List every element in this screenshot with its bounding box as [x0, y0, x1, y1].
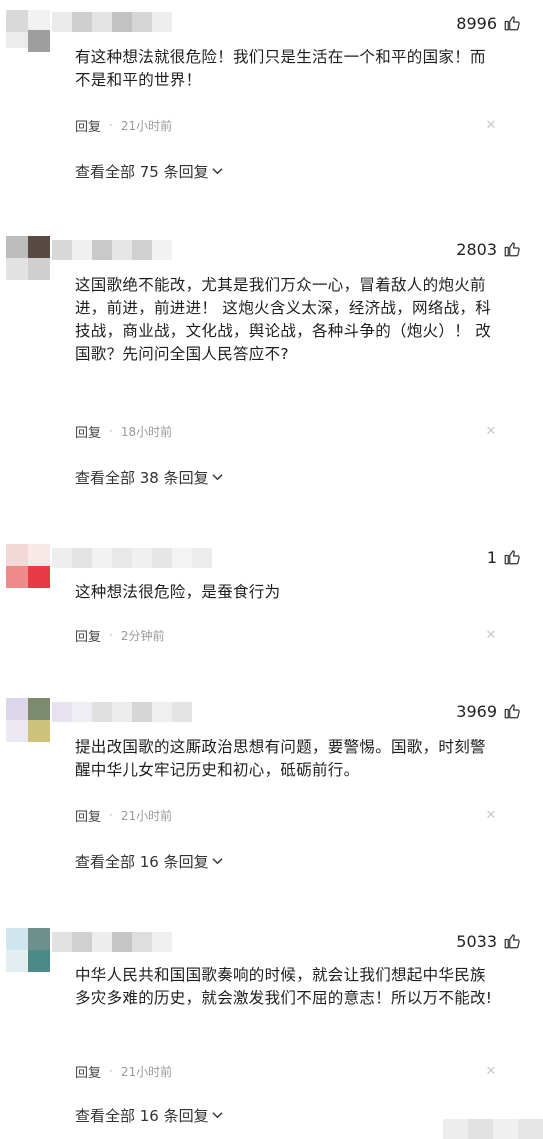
view-all-replies-button[interactable]: 查看全部 75 条回复 [75, 160, 223, 182]
close-icon[interactable]: ✕ [485, 119, 497, 132]
reply-button[interactable]: 回复 [75, 806, 101, 825]
view-all-replies-button[interactable]: 查看全部 38 条回复 [75, 466, 223, 488]
avatar[interactable] [6, 698, 50, 742]
timestamp: 18小时前 [120, 424, 173, 439]
close-icon[interactable]: ✕ [485, 629, 497, 642]
username[interactable] [52, 702, 202, 722]
comment-meta: 回复 · 21小时前 [75, 116, 173, 135]
chevron-down-icon [212, 474, 223, 481]
thumbs-up-icon[interactable] [503, 240, 521, 258]
view-replies-label: 查看全部 16 条回复 [75, 1106, 209, 1125]
timestamp: 2分钟前 [120, 628, 165, 643]
like-count-value: 2803 [456, 239, 497, 259]
comment-meta: 回复 · 21小时前 [75, 1062, 173, 1081]
reply-button[interactable]: 回复 [75, 626, 101, 645]
separator-dot: · [109, 424, 113, 438]
comment-text: 有这种想法就很危险！我们只是生活在一个和平的国家！而不是和平的世界！ [75, 48, 486, 89]
watermark-blur [443, 1119, 543, 1139]
close-icon[interactable]: ✕ [485, 1065, 497, 1078]
view-all-replies-button[interactable]: 查看全部 16 条回复 [75, 850, 223, 872]
timestamp: 21小时前 [120, 808, 173, 823]
reply-button[interactable]: 回复 [75, 422, 101, 441]
like-count-value: 3969 [456, 701, 497, 721]
like-count-value: 5033 [456, 931, 497, 951]
view-replies-label: 查看全部 75 条回复 [75, 162, 209, 181]
username[interactable] [52, 240, 182, 260]
separator-dot: · [109, 1064, 113, 1078]
view-all-replies-button[interactable]: 查看全部 16 条回复 [75, 1104, 223, 1126]
username[interactable] [52, 932, 182, 952]
reply-button[interactable]: 回复 [75, 116, 101, 135]
reply-button[interactable]: 回复 [75, 1062, 101, 1081]
separator-dot: · [109, 628, 113, 642]
comment-meta: 回复 · 18小时前 [75, 422, 173, 441]
comment-text: 这种想法很危险，是蚕食行为 [75, 583, 281, 601]
comment-meta: 回复 · 21小时前 [75, 806, 173, 825]
avatar[interactable] [6, 8, 50, 52]
timestamp: 21小时前 [120, 1064, 173, 1079]
timestamp: 21小时前 [120, 118, 173, 133]
view-replies-label: 查看全部 16 条回复 [75, 852, 209, 871]
chevron-down-icon [212, 168, 223, 175]
comment-text: 中华人民共和国国歌奏响的时候，就会让我们想起中华民族多灾多难的历史，就会激发我们… [75, 966, 493, 1007]
close-icon[interactable]: ✕ [485, 809, 497, 822]
thumbs-up-icon[interactable] [503, 14, 521, 32]
like-count[interactable]: 1 [487, 546, 521, 568]
like-count-value: 8996 [456, 13, 497, 33]
comment-text: 这国歌绝不能改，尤其是我们万众一心，冒着敌人的炮火前进，前进，前进进！ 这炮火含… [75, 276, 492, 363]
avatar[interactable] [6, 236, 50, 280]
username[interactable] [52, 12, 182, 32]
like-count[interactable]: 8996 [456, 12, 521, 34]
avatar[interactable] [6, 928, 50, 972]
close-icon[interactable]: ✕ [485, 425, 497, 438]
separator-dot: · [109, 808, 113, 822]
like-count[interactable]: 2803 [456, 238, 521, 260]
thumbs-up-icon[interactable] [503, 702, 521, 720]
chevron-down-icon [212, 858, 223, 865]
like-count[interactable]: 5033 [456, 930, 521, 952]
comment-text: 提出改国歌的这厮政治思想有问题，要警惕。国歌，时刻警醒中华儿女牢记历史和初心，砥… [75, 738, 486, 779]
avatar[interactable] [6, 544, 50, 588]
view-replies-label: 查看全部 38 条回复 [75, 468, 209, 487]
thumbs-up-icon[interactable] [503, 548, 521, 566]
username[interactable] [52, 548, 212, 568]
chevron-down-icon [212, 1112, 223, 1119]
comment-meta: 回复 · 2分钟前 [75, 626, 165, 645]
like-count-value: 1 [486, 547, 497, 567]
like-count[interactable]: 3969 [456, 700, 521, 722]
separator-dot: · [109, 118, 113, 132]
thumbs-up-icon[interactable] [503, 932, 521, 950]
